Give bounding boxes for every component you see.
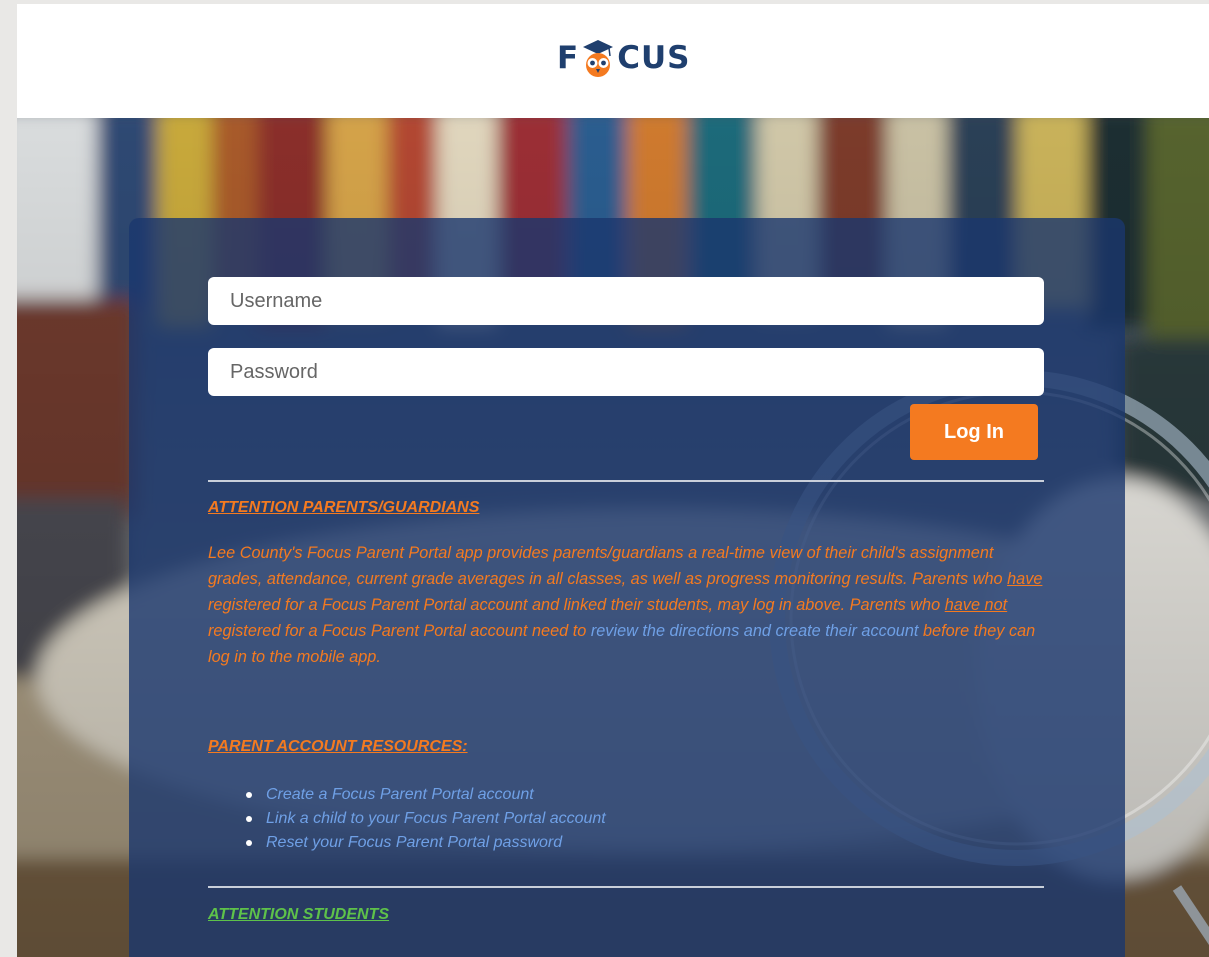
logo-text-f: F (557, 40, 580, 76)
login-button[interactable]: Log In (910, 404, 1038, 460)
emphasis-have: have (1007, 570, 1043, 588)
resources-heading[interactable]: PARENT ACCOUNT RESOURCES: (208, 738, 468, 756)
logo-text-cus: CUS (617, 40, 691, 76)
divider (208, 480, 1044, 482)
review-directions-link[interactable]: review the directions and create their a… (591, 622, 919, 640)
resource-link-reset-password[interactable]: Reset your Focus Parent Portal password (246, 831, 606, 855)
resource-link-create-account[interactable]: Create a Focus Parent Portal account (246, 783, 606, 807)
login-panel: Log In ATTENTION PARENTS/GUARDIANS Lee C… (129, 218, 1125, 957)
focus-logo[interactable]: F CUS (557, 34, 690, 82)
page-frame: F CUS Username Log In ATTENTION PARENTS/… (17, 4, 1209, 957)
description-text: registered for a Focus Parent Portal acc… (208, 622, 591, 640)
site-header: F CUS (17, 4, 1209, 118)
hero-background: Log In ATTENTION PARENTS/GUARDIANS Lee C… (17, 118, 1209, 957)
emphasis-have-not: have not (944, 596, 1008, 614)
description-text: registered for a Focus Parent Portal acc… (208, 596, 945, 614)
owl-mascot-icon (583, 40, 614, 77)
parent-portal-description: Lee County's Focus Parent Portal app pro… (208, 540, 1044, 670)
password-input[interactable] (208, 348, 1044, 396)
students-heading[interactable]: ATTENTION STUDENTS (208, 906, 389, 924)
resource-list: Create a Focus Parent Portal account Lin… (208, 783, 606, 855)
description-text: Lee County's Focus Parent Portal app pro… (208, 544, 1008, 588)
parents-heading[interactable]: ATTENTION PARENTS/GUARDIANS (208, 499, 479, 517)
username-input[interactable] (208, 277, 1044, 325)
resource-link-link-child[interactable]: Link a child to your Focus Parent Portal… (246, 807, 606, 831)
divider (208, 886, 1044, 888)
